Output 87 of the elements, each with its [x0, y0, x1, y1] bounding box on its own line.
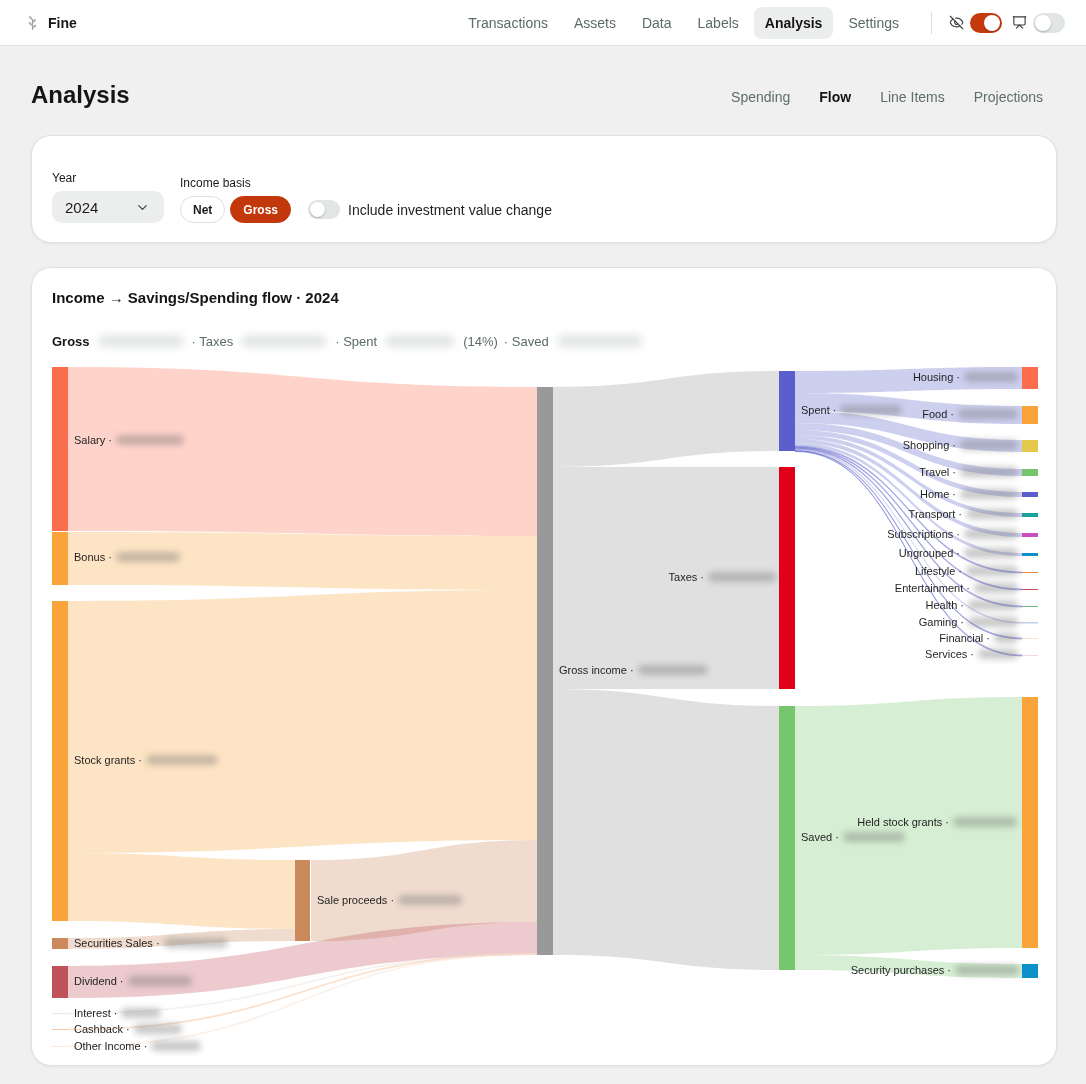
node-label: Saved · [801, 830, 839, 844]
node-label: Taxes · [668, 570, 704, 584]
blurred-value [953, 817, 1017, 827]
node-label: Interest · [74, 1006, 118, 1020]
blurred-value [842, 832, 905, 842]
node-label: Gross income · [559, 663, 634, 677]
blurred-value [960, 489, 1018, 499]
blurred-value [637, 665, 708, 675]
field-label: Income basis [180, 176, 252, 190]
blurred-value [960, 440, 1018, 450]
sub-tab[interactable]: Spending [717, 82, 805, 111]
node-label: Stock grants · [74, 753, 142, 767]
node-label: Entertainment · [894, 581, 970, 595]
node-label: Ungrouped · [898, 546, 960, 560]
blurred-value [966, 509, 1018, 519]
toggle-label: Include investment value change [348, 201, 552, 218]
node-label: Spent · [801, 403, 837, 417]
toggle-switch[interactable] [308, 200, 341, 219]
blurred-value [964, 529, 1018, 539]
blurred-value [133, 1024, 182, 1034]
node-label: Home · [919, 487, 956, 501]
blurred-value [958, 409, 1018, 419]
node-label: Food · [922, 407, 954, 421]
blurred-value [115, 435, 184, 445]
node-label: Travel · [919, 465, 956, 479]
summary-label: · Saved [503, 333, 549, 349]
toggle-switch[interactable] [970, 12, 1002, 33]
node-label: Held stock grants · [857, 815, 949, 829]
sub-tab[interactable]: Flow [805, 82, 866, 111]
blurred-value [966, 566, 1018, 576]
node-label: Cashback · [74, 1022, 130, 1036]
eye-off-icon [949, 15, 964, 30]
blurred-value [121, 1008, 162, 1018]
sub-tab[interactable]: Line Items [866, 82, 959, 111]
nav-tab[interactable]: Labels [686, 6, 750, 39]
blurred-value [978, 649, 1018, 659]
node-label: Subscriptions · [887, 527, 960, 541]
node-label: Housing · [912, 370, 960, 384]
chart-title: Income → Savings/Spending flow · 2024 [52, 288, 340, 308]
year-select[interactable]: 2024 [52, 191, 164, 223]
page-title: Analysis [31, 81, 130, 109]
node-label: Gaming · [918, 615, 964, 629]
field-label: Year [52, 171, 78, 185]
blurred-value [955, 965, 1019, 975]
blurred-value [994, 633, 1018, 643]
blurred-value [964, 548, 1018, 558]
app-name: Fine [48, 14, 77, 31]
node-label: Lifestyle · [914, 564, 962, 578]
node-label: Transport · [908, 507, 962, 521]
summary-percent: (14%) [463, 333, 498, 349]
nav-tab[interactable]: Transactions [457, 6, 559, 39]
presentation-icon [1012, 15, 1027, 30]
node-label: Dividend · [74, 974, 124, 988]
node-label: Services · [925, 647, 974, 661]
node-label: Salary · [74, 433, 112, 447]
blurred-value [974, 583, 1018, 593]
blurred-value [964, 372, 1018, 382]
blurred-value [127, 976, 192, 986]
node-label: Bonus · [74, 550, 112, 564]
leaf-icon [27, 15, 38, 30]
node-label: Other Income · [74, 1039, 148, 1053]
node-label: Sale proceeds · [317, 893, 395, 907]
blurred-value [151, 1041, 202, 1051]
summary-label: · Spent [335, 333, 378, 349]
node-label: Financial · [939, 631, 990, 645]
blurred-value [968, 600, 1018, 610]
node-label: Health · [925, 598, 964, 612]
node-label: Shopping · [902, 438, 956, 452]
summary-label: · Taxes [191, 333, 234, 349]
node-label: Securities Sales · [74, 936, 160, 950]
blurred-value [398, 895, 463, 905]
nav-tab[interactable]: Assets [562, 6, 627, 39]
sub-tab[interactable]: Projections [959, 82, 1057, 111]
blurred-value [163, 938, 228, 948]
toggle-switch[interactable] [1033, 12, 1065, 33]
nav-tab[interactable]: Analysis [753, 6, 834, 39]
nav-tab[interactable]: Settings [837, 6, 910, 39]
segment-button[interactable]: Net [180, 196, 226, 223]
blurred-value [115, 552, 180, 562]
nav-tab[interactable]: Data [630, 6, 683, 39]
node-label: Security purchases · [850, 963, 951, 977]
blurred-value [840, 405, 903, 415]
blurred-value [968, 617, 1018, 627]
summary-label: Gross [52, 333, 90, 349]
segment-button[interactable]: Gross [230, 196, 292, 223]
blurred-value [960, 467, 1018, 477]
blurred-value [708, 572, 776, 582]
